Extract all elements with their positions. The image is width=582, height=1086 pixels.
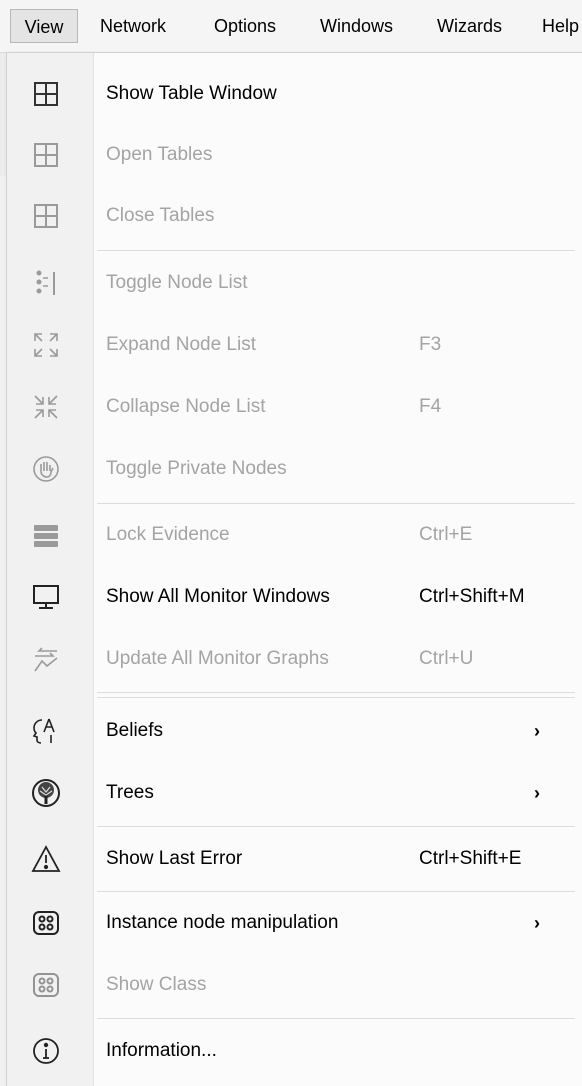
menubar: View Network Options Windows Wizards Hel…	[0, 0, 582, 53]
menu-item-toggle-node-list[interactable]: Toggle Node List	[7, 253, 582, 313]
menu-item-label: Show Class	[106, 974, 207, 995]
menu-separator	[97, 1018, 575, 1019]
menu-item-update-all-monitor-graphs[interactable]: Update All Monitor Graphs Ctrl+U	[7, 629, 582, 689]
instance-node-icon	[27, 904, 65, 942]
table-icon	[27, 197, 65, 235]
menubar-windows[interactable]: Windows	[320, 9, 393, 43]
menu-item-show-all-monitor-windows[interactable]: Show All Monitor Windows Ctrl+Shift+M	[7, 567, 582, 627]
menu-item-label: Expand Node List	[106, 334, 256, 355]
collapse-icon	[27, 388, 65, 426]
warning-icon	[27, 840, 65, 878]
menubar-network[interactable]: Network	[100, 9, 166, 43]
tree-icon	[27, 774, 65, 812]
menubar-view[interactable]: View	[10, 9, 78, 43]
table-icon	[27, 136, 65, 174]
menu-item-shortcut: Ctrl+Shift+M	[419, 586, 525, 607]
menu-item-show-last-error[interactable]: Show Last Error Ctrl+Shift+E	[7, 829, 582, 889]
menu-separator	[97, 826, 575, 827]
menu-item-shortcut: Ctrl+U	[419, 648, 474, 669]
menu-item-label: Beliefs	[106, 720, 164, 741]
menu-separator	[97, 891, 575, 892]
menu-item-show-class[interactable]: Show Class	[7, 955, 582, 1015]
menubar-options[interactable]: Options	[214, 9, 276, 43]
info-icon	[27, 1032, 65, 1070]
menu-item-label: Trees	[106, 782, 154, 803]
monitor-icon	[27, 578, 65, 616]
menu-separator	[97, 250, 575, 251]
view-menu-dropdown: Show Table Window Open Tables Close Tabl…	[6, 52, 582, 1086]
menu-item-shortcut: F4	[419, 396, 442, 417]
lock-evidence-icon	[27, 516, 65, 554]
table-icon	[27, 75, 65, 113]
menu-item-close-tables[interactable]: Close Tables	[7, 186, 582, 246]
menu-item-label: Open Tables	[106, 144, 213, 165]
submenu-arrow-icon: ›	[534, 721, 540, 741]
submenu-arrow-icon: ›	[534, 913, 540, 933]
menu-item-label: Toggle Node List	[106, 272, 248, 293]
beliefs-icon	[27, 712, 65, 750]
menu-item-trees[interactable]: Trees ›	[7, 763, 582, 823]
menu-item-collapse-node-list[interactable]: Collapse Node List F4	[7, 377, 582, 437]
menu-item-label: Show All Monitor Windows	[106, 586, 330, 607]
submenu-arrow-icon: ›	[534, 783, 540, 803]
hand-icon	[27, 450, 65, 488]
menu-separator	[97, 503, 575, 504]
menu-item-label: Toggle Private Nodes	[106, 458, 287, 479]
menubar-wizards[interactable]: Wizards	[437, 9, 502, 43]
menu-item-shortcut: Ctrl+Shift+E	[419, 848, 522, 869]
menu-item-lock-evidence[interactable]: Lock Evidence Ctrl+E	[7, 505, 582, 565]
menu-item-expand-node-list[interactable]: Expand Node List F3	[7, 315, 582, 375]
instance-node-icon	[27, 966, 65, 1004]
menubar-help[interactable]: Help	[542, 9, 579, 43]
menu-item-instance-node-manipulation[interactable]: Instance node manipulation ›	[7, 893, 582, 953]
menu-separator	[97, 692, 575, 693]
menu-item-shortcut: F3	[419, 334, 442, 355]
menu-item-show-table-window[interactable]: Show Table Window	[7, 64, 582, 124]
menu-item-open-tables[interactable]: Open Tables	[7, 125, 582, 185]
menu-item-information[interactable]: Information...	[7, 1021, 582, 1081]
update-graphs-icon	[27, 640, 65, 678]
menu-item-label: Collapse Node List	[106, 396, 266, 417]
menu-item-label: Information...	[106, 1040, 217, 1061]
menu-item-label: Update All Monitor Graphs	[106, 648, 329, 669]
menu-separator	[97, 697, 575, 698]
node-list-icon	[27, 264, 65, 302]
menu-item-shortcut: Ctrl+E	[419, 524, 473, 545]
menu-item-label: Lock Evidence	[106, 524, 230, 545]
menu-item-toggle-private-nodes[interactable]: Toggle Private Nodes	[7, 439, 582, 499]
menu-item-label: Show Table Window	[106, 83, 277, 104]
menu-item-label: Instance node manipulation	[106, 912, 339, 933]
expand-icon	[27, 326, 65, 364]
menu-item-label: Show Last Error	[106, 848, 243, 869]
menu-item-beliefs[interactable]: Beliefs ›	[7, 701, 582, 761]
menu-item-label: Close Tables	[106, 205, 215, 226]
